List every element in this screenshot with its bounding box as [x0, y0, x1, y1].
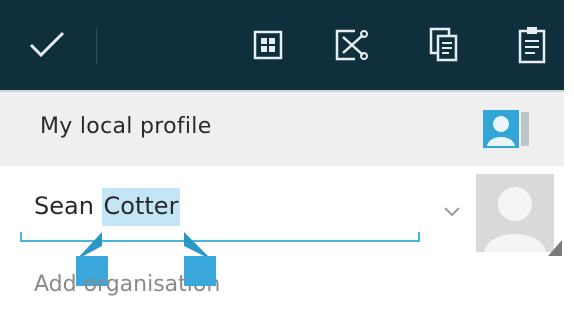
paste-icon	[518, 27, 546, 64]
chevron-down-icon[interactable]	[440, 204, 464, 220]
account-section-header: My local profile	[0, 90, 564, 166]
done-button[interactable]	[14, 0, 80, 90]
cut-button[interactable]	[324, 0, 380, 90]
contact-card-icon	[483, 110, 529, 148]
copy-button[interactable]	[416, 0, 472, 90]
select-all-icon	[253, 30, 283, 60]
name-text-unselected: Sean	[34, 192, 102, 220]
contact-editor: My local profile Sean Cotter Add organis…	[0, 0, 564, 324]
contextual-action-bar	[0, 0, 564, 90]
cut-icon	[335, 29, 368, 61]
default-avatar-icon[interactable]	[476, 174, 562, 256]
input-underline-left-tick	[20, 232, 22, 242]
section-title: My local profile	[40, 114, 212, 139]
input-underline-right-tick	[418, 232, 420, 242]
name-input[interactable]: Sean Cotter	[34, 188, 181, 226]
select-all-button[interactable]	[240, 0, 296, 90]
selected-text: Cotter	[101, 188, 181, 226]
selection-handle-right[interactable]	[182, 232, 222, 288]
actionbar-divider	[96, 28, 97, 64]
checkmark-icon	[29, 31, 65, 58]
paste-button[interactable]	[504, 0, 560, 90]
copy-icon	[429, 27, 458, 62]
